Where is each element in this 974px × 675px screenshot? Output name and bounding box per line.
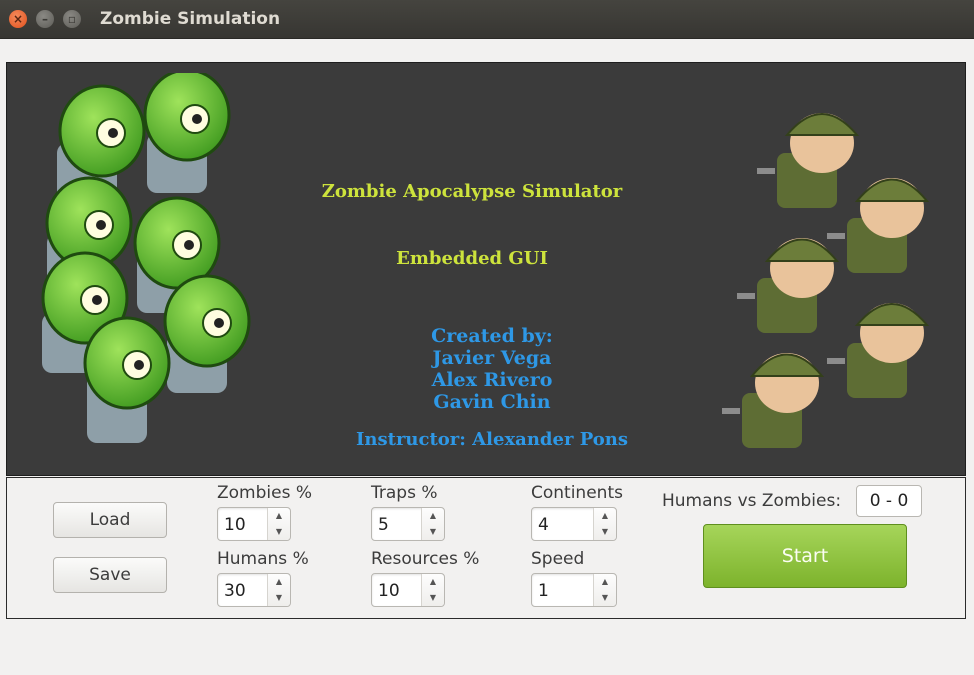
spinner-value: 10: [224, 515, 246, 535]
minimize-icon[interactable]: –: [36, 10, 54, 28]
chevron-down-icon[interactable]: ▼: [594, 524, 616, 540]
zombie-figure: [163, 274, 251, 393]
humans-percent-label: Humans %: [217, 549, 309, 569]
chevron-up-icon[interactable]: ▲: [594, 574, 616, 590]
chevron-up-icon[interactable]: ▲: [268, 574, 290, 590]
resources-percent-label: Resources %: [371, 549, 480, 569]
banner-subtitle: Embedded GUI: [396, 248, 548, 269]
instructor-credit: Instructor: Alexander Pons: [355, 429, 628, 450]
chevron-down-icon[interactable]: ▼: [422, 524, 444, 540]
chevron-up-icon[interactable]: ▲: [594, 508, 616, 524]
zombie-figure: [83, 316, 171, 443]
close-icon[interactable]: ×: [9, 10, 27, 28]
resources-percent-spinner[interactable]: 10 ▲ ▼: [371, 573, 445, 607]
spinner-value: 30: [224, 581, 246, 601]
chevron-up-icon[interactable]: ▲: [422, 574, 444, 590]
created-by-label: Created by:: [431, 325, 553, 347]
speed-label: Speed: [531, 549, 585, 569]
soldier-figure: [757, 113, 860, 208]
soldier-figure: [722, 353, 825, 448]
banner-title: Zombie Apocalypse Simulator: [321, 181, 623, 202]
spinner-value: 1: [538, 581, 549, 601]
spinner-value: 4: [538, 515, 549, 535]
author-name: Gavin Chin: [433, 391, 551, 413]
chevron-down-icon[interactable]: ▼: [422, 590, 444, 606]
chevron-down-icon[interactable]: ▼: [594, 590, 616, 606]
spinner-value: 10: [378, 581, 400, 601]
score-label: Humans vs Zombies:: [662, 491, 842, 511]
chevron-down-icon[interactable]: ▼: [268, 524, 290, 540]
soldier-figure: [827, 303, 930, 398]
zombies-percent-label: Zombies %: [217, 483, 312, 503]
soldier-squad-illustration: [722, 113, 930, 448]
spinner-value: 5: [378, 515, 389, 535]
maximize-icon[interactable]: ▫: [63, 10, 81, 28]
chevron-down-icon[interactable]: ▼: [268, 590, 290, 606]
traps-percent-spinner[interactable]: 5 ▲ ▼: [371, 507, 445, 541]
load-button[interactable]: Load: [53, 502, 167, 538]
speed-spinner[interactable]: 1 ▲ ▼: [531, 573, 617, 607]
zombie-figure: [143, 73, 231, 193]
chevron-up-icon[interactable]: ▲: [268, 508, 290, 524]
banner-panel: Zombie Apocalypse Simulator Embedded GUI…: [6, 62, 966, 476]
soldier-figure: [737, 238, 840, 333]
save-button[interactable]: Save: [53, 557, 167, 593]
zombies-percent-spinner[interactable]: 10 ▲ ▼: [217, 507, 291, 541]
soldier-figure: [827, 178, 930, 273]
start-button[interactable]: Start: [703, 524, 907, 588]
author-name: Alex Rivero: [431, 369, 553, 391]
continents-label: Continents: [531, 483, 623, 503]
window-title: Zombie Simulation: [100, 9, 281, 29]
traps-percent-label: Traps %: [371, 483, 438, 503]
humans-percent-spinner[interactable]: 30 ▲ ▼: [217, 573, 291, 607]
zombie-horde-illustration: [41, 73, 251, 443]
score-display: 0 - 0: [856, 485, 922, 517]
window-titlebar[interactable]: × – ▫ Zombie Simulation: [0, 0, 974, 39]
chevron-up-icon[interactable]: ▲: [422, 508, 444, 524]
author-name: Javier Vega: [432, 347, 552, 369]
continents-spinner[interactable]: 4 ▲ ▼: [531, 507, 617, 541]
window-bottom-edge: [0, 668, 974, 675]
